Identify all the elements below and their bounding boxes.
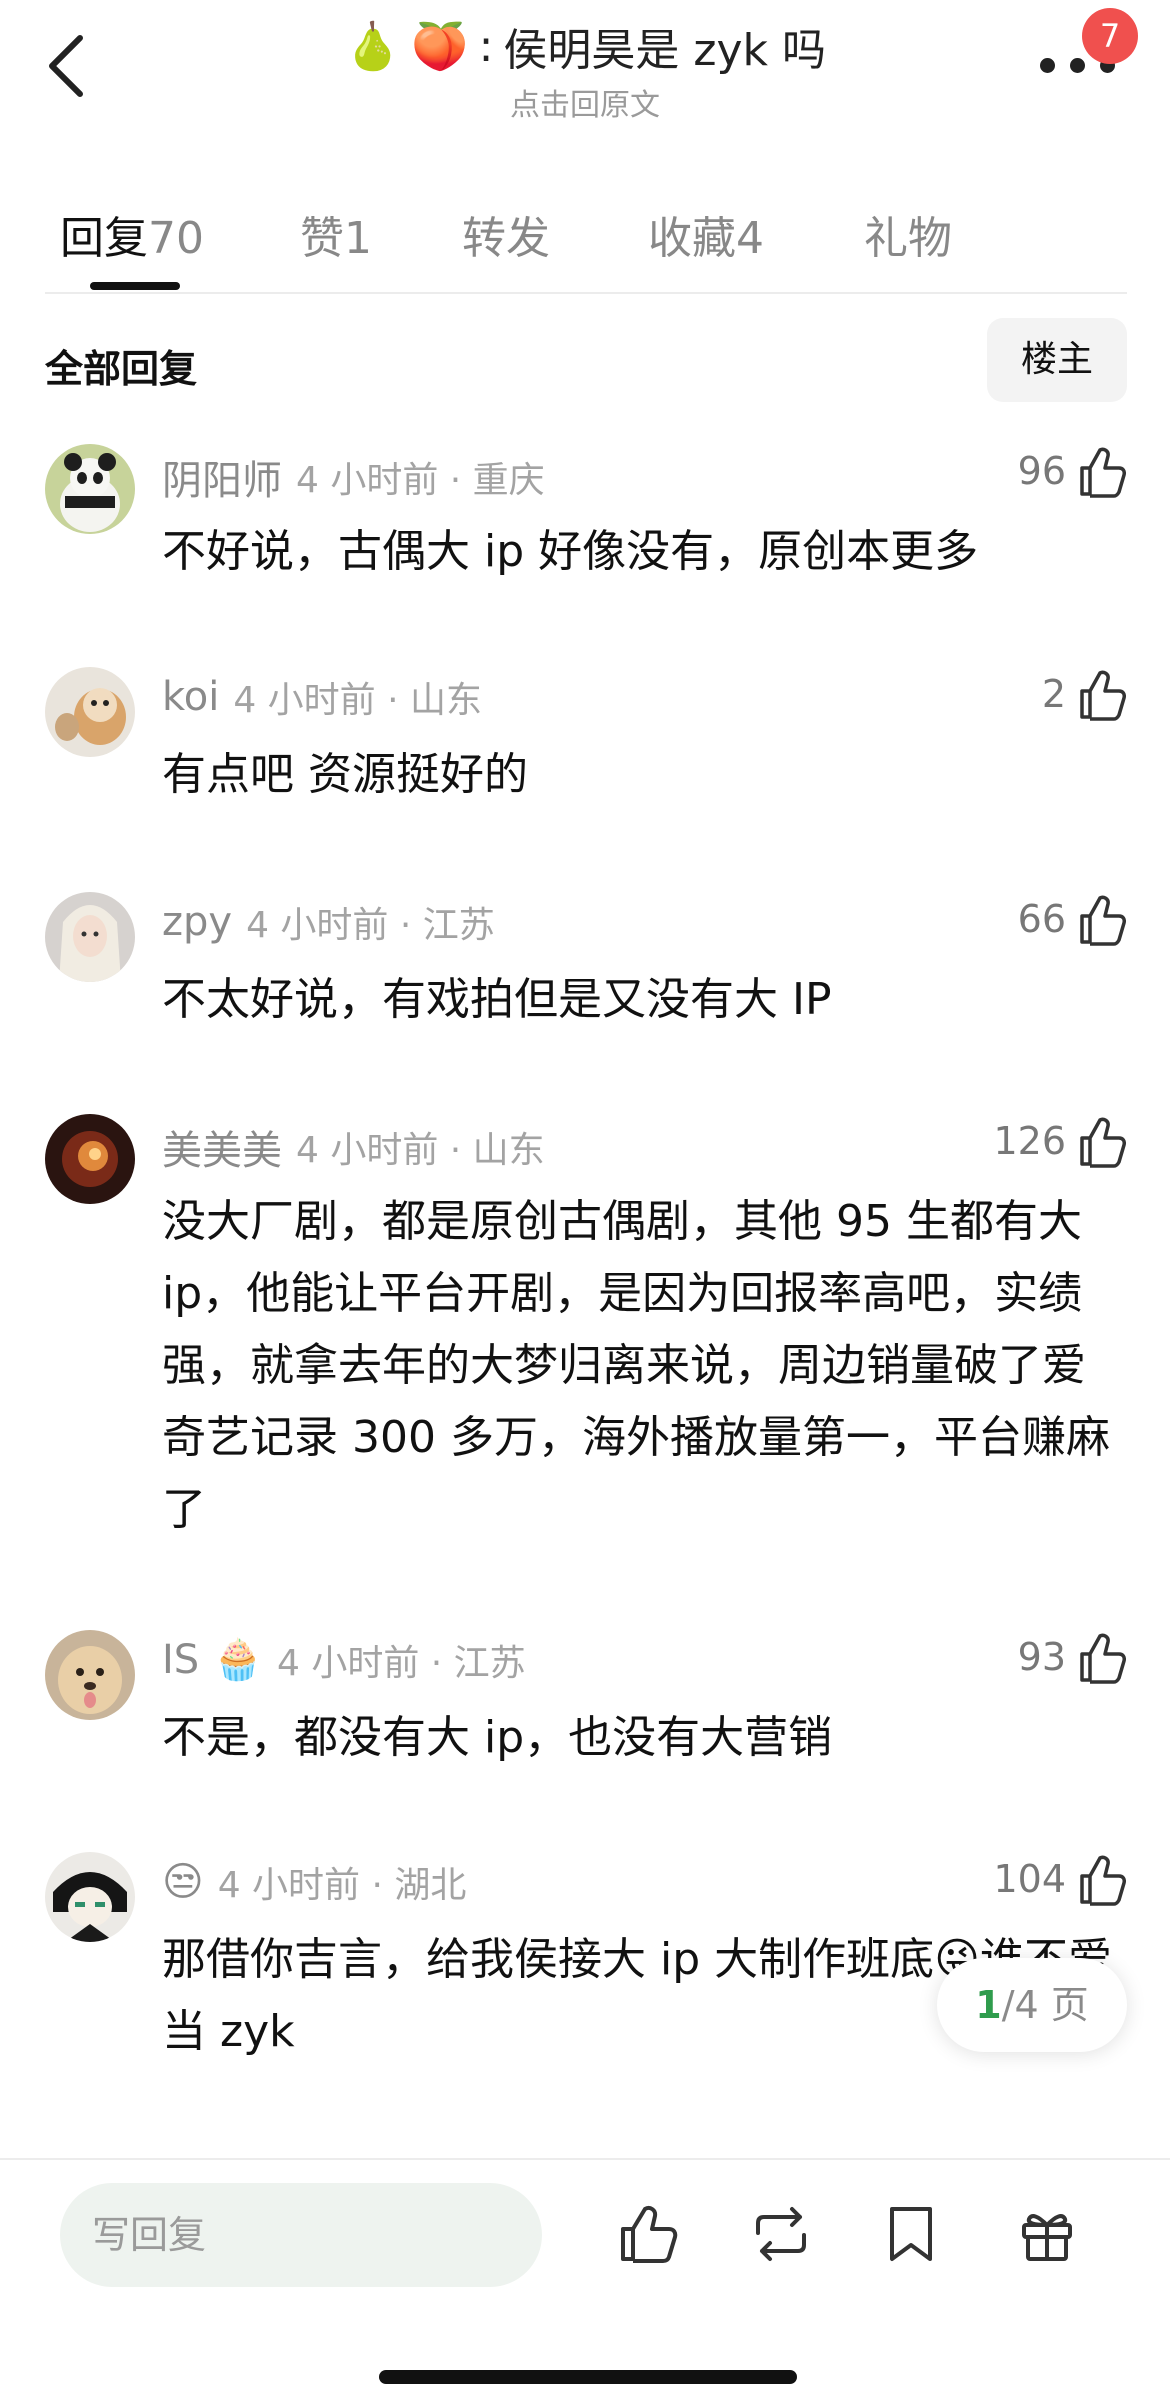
thumbs-up-icon — [1080, 670, 1126, 721]
comment-meta: 😒 4 小时前 · 湖北 — [162, 1856, 466, 1908]
tab-replies[interactable]: 回复70 — [60, 202, 204, 266]
thumbs-up-icon — [1080, 1117, 1126, 1168]
like-button[interactable]: 96 — [1018, 444, 1126, 498]
total-pages: /4 页 — [1001, 1983, 1089, 2027]
post-title-area[interactable]: 🍐 🍑 : 侯明昊是 zyk 吗 点击回原文 — [0, 14, 1170, 124]
reply-input[interactable]: 写回复 — [60, 2183, 542, 2287]
peach-emoji: 🍑 — [411, 19, 469, 73]
gift-icon[interactable] — [1016, 2203, 1078, 2265]
avatar[interactable] — [45, 892, 135, 982]
thumbs-up-icon[interactable] — [617, 2203, 679, 2265]
thumbs-up-icon — [1080, 895, 1126, 946]
current-page: 1 — [975, 1983, 1002, 2027]
timestamp-location: 4 小时前 · 江苏 — [277, 1643, 526, 1684]
like-button[interactable]: 66 — [1018, 892, 1126, 946]
divider — [45, 292, 1127, 294]
avatar[interactable] — [45, 1630, 135, 1720]
like-count: 2 — [1041, 672, 1066, 716]
avatar[interactable] — [45, 444, 135, 534]
tab-label: 赞 — [300, 213, 344, 264]
page-indicator[interactable]: 1/4 页 — [937, 1958, 1127, 2052]
comment-item: IS 🧁 4 小时前 · 江苏 93 不是，都没有大 ip，也没有大营销 — [0, 1630, 1170, 1810]
filter-row: 全部回复 楼主 — [0, 318, 1170, 404]
thumbs-up-icon — [1080, 1855, 1126, 1906]
timestamp-location: 4 小时前 · 山东 — [233, 680, 483, 721]
comment-item: 美美美 4 小时前 · 山东 126 没大厂剧，都是原创古偶剧，其他 95 生都… — [0, 1114, 1170, 1535]
tab-count: 1 — [344, 213, 372, 264]
username[interactable]: 美美美 — [162, 1118, 282, 1176]
top-bar: 🍐 🍑 : 侯明昊是 zyk 吗 点击回原文 7 — [0, 0, 1170, 130]
comment-item: koi 4 小时前 · 山东 2 有点吧 资源挺好的 — [0, 667, 1170, 847]
pear-emoji: 🍐 — [344, 19, 402, 73]
tab-label: 转发 — [462, 213, 550, 264]
username[interactable]: zpy — [162, 899, 232, 945]
tab-gifts[interactable]: 礼物 — [864, 202, 952, 266]
avatar[interactable] — [45, 1852, 135, 1942]
tab-favorites[interactable]: 收藏4 — [648, 202, 764, 266]
tab-label: 收藏 — [648, 213, 736, 264]
tab-bar: 回复70 赞1 转发 收藏4 礼物 — [0, 190, 1170, 296]
comment-text: 不太好说，有戏拍但是又没有大 IP — [162, 974, 832, 1025]
username[interactable]: 阴阳师 — [162, 448, 282, 506]
tab-likes[interactable]: 赞1 — [300, 202, 372, 266]
comment-meta: IS 🧁 4 小时前 · 江苏 — [162, 1634, 526, 1686]
username[interactable]: 😒 — [162, 1859, 204, 1905]
post-title[interactable]: 🍐 🍑 : 侯明昊是 zyk 吗 — [344, 14, 826, 78]
tab-count: 4 — [736, 213, 764, 264]
comment-item: zpy 4 小时前 · 江苏 66 不太好说，有戏拍但是又没有大 IP — [0, 892, 1170, 1072]
comment-meta: koi 4 小时前 · 山东 — [162, 671, 482, 723]
like-button[interactable]: 2 — [1042, 667, 1126, 721]
repost-icon[interactable] — [750, 2203, 812, 2265]
thumbs-up-icon — [1080, 1633, 1126, 1684]
username[interactable]: koi — [162, 674, 219, 720]
tab-label: 回复 — [60, 213, 148, 264]
cupcake-emoji: 🧁 — [213, 1637, 263, 1683]
like-button[interactable]: 104 — [993, 1852, 1126, 1906]
timestamp-location: 4 小时前 · 山东 — [296, 1130, 545, 1171]
back-to-original-link[interactable]: 点击回原文 — [0, 80, 1170, 124]
like-button[interactable]: 93 — [1018, 1630, 1126, 1684]
comment-meta: 阴阳师 4 小时前 · 重庆 — [162, 448, 545, 506]
username[interactable]: IS — [162, 1637, 199, 1683]
comment-meta: 美美美 4 小时前 · 山东 — [162, 1118, 545, 1176]
comment-meta: zpy 4 小时前 · 江苏 — [162, 896, 495, 948]
timestamp-location: 4 小时前 · 湖北 — [217, 1865, 467, 1906]
like-count: 66 — [1017, 897, 1066, 941]
avatar[interactable] — [45, 1114, 135, 1204]
post-title-text: 侯明昊是 zyk 吗 — [503, 25, 826, 76]
home-indicator — [379, 2370, 797, 2384]
thumbs-up-icon — [1080, 447, 1126, 498]
owner-only-button[interactable]: 楼主 — [987, 318, 1127, 402]
comment-text: 不是，都没有大 ip，也没有大营销 — [162, 1712, 833, 1763]
tab-reposts[interactable]: 转发 — [462, 202, 550, 266]
tab-label: 礼物 — [864, 213, 952, 264]
timestamp-location: 4 小时前 · 重庆 — [296, 460, 545, 501]
comment-text: 不好说，古偶大 ip 好像没有，原创本更多 — [162, 526, 979, 577]
like-button[interactable]: 126 — [993, 1114, 1126, 1168]
like-count: 104 — [993, 1857, 1066, 1901]
comment-text: 有点吧 资源挺好的 — [162, 749, 528, 800]
avatar[interactable] — [45, 667, 135, 757]
all-replies-label[interactable]: 全部回复 — [45, 338, 197, 393]
like-count: 93 — [1017, 1635, 1066, 1679]
tab-count: 70 — [148, 213, 204, 264]
active-tab-indicator — [90, 282, 180, 290]
timestamp-location: 4 小时前 · 江苏 — [246, 905, 495, 946]
bookmark-icon[interactable] — [880, 2203, 942, 2265]
notification-badge: 7 — [1082, 8, 1138, 64]
like-count: 96 — [1017, 449, 1066, 493]
title-separator: : — [478, 20, 494, 72]
comment-text: 没大厂剧，都是原创古偶剧，其他 95 生都有大 ip，他能让平台开剧，是因为回报… — [162, 1196, 1110, 1535]
divider — [0, 2158, 1170, 2160]
comment-item: 阴阳师 4 小时前 · 重庆 96 不好说，古偶大 ip 好像没有，原创本更多 — [0, 444, 1170, 624]
like-count: 126 — [993, 1119, 1066, 1163]
